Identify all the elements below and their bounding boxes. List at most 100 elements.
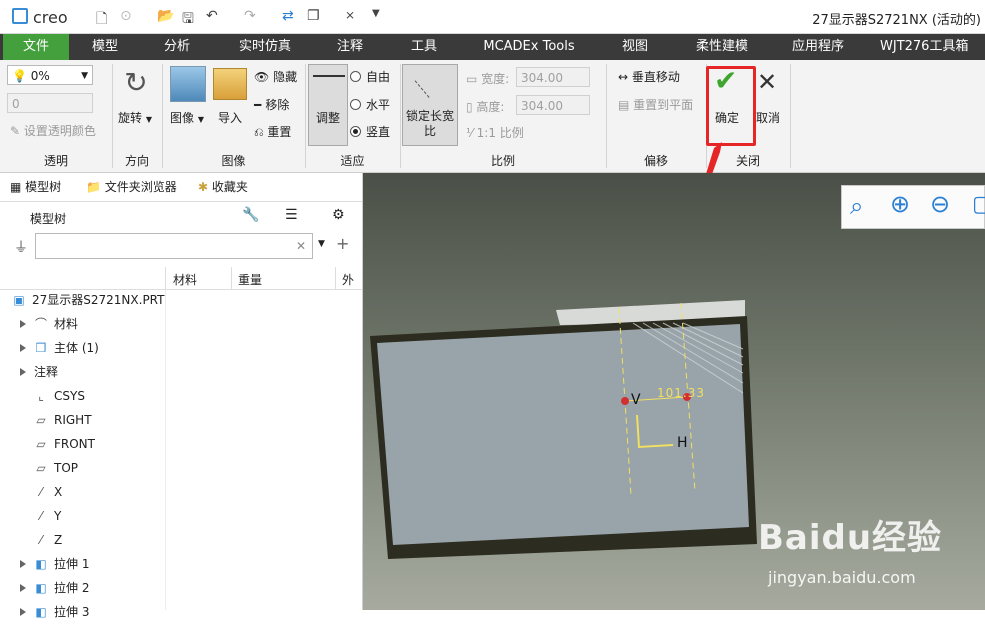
tree-item[interactable]: ❒ 主体 (1) — [0, 336, 99, 360]
tree-item[interactable]: 注释 — [0, 360, 58, 384]
cancel-x-icon[interactable]: ✕ — [757, 68, 777, 96]
horizontal-radio[interactable]: 水平 — [350, 96, 390, 113]
zoom-in-icon[interactable]: ⊕ — [890, 190, 910, 218]
tree-item[interactable]: ◧ 拉伸 3 — [0, 600, 89, 624]
tab-folder-browser[interactable]: 📁 文件夹浏览器 — [86, 173, 177, 201]
import-button[interactable]: 导入 — [218, 109, 242, 126]
tree-item[interactable]: ⌞ CSYS — [0, 384, 85, 408]
transparency-value-field[interactable]: 0 — [7, 93, 93, 113]
reset-button[interactable]: ⎌ 重置 — [254, 123, 291, 140]
settings-tools-icon[interactable]: 🔧 — [242, 207, 259, 223]
remove-button[interactable]: ━ 移除 — [254, 96, 289, 113]
axis-icon: ⁄ — [39, 485, 42, 499]
tree-item[interactable]: ▣ 27显示器S2721NX.PRT — [0, 288, 164, 312]
set-transparent-color-button[interactable]: ✎ 设置透明颜色 — [10, 122, 96, 139]
menu-flexible-modeling[interactable]: 柔性建模 — [684, 34, 760, 60]
tree-item[interactable]: ◧ 拉伸 1 — [0, 552, 89, 576]
image-gallery-icon[interactable] — [170, 66, 206, 102]
expand-arrow-icon[interactable] — [20, 368, 26, 376]
adjust-button[interactable]: 调整 — [308, 64, 348, 146]
cancel-button[interactable]: 取消 — [756, 109, 780, 126]
hide-button[interactable]: 👁 隐藏 — [254, 68, 297, 85]
column-appearance[interactable]: 外 — [342, 271, 354, 288]
zoom-refit-icon[interactable]: ⌕ — [850, 192, 863, 220]
tree-item[interactable]: ▱ FRONT — [0, 432, 95, 456]
expand-arrow-icon[interactable] — [20, 560, 26, 568]
regenerate-icon[interactable]: ⇄ — [282, 8, 294, 24]
rotate-button[interactable]: 旋转 ▼ — [118, 109, 152, 126]
clear-icon[interactable]: ✕ — [296, 236, 306, 256]
callout-highlight-box — [706, 66, 756, 146]
menu-model[interactable]: 模型 — [78, 34, 132, 60]
transparency-dropdown[interactable]: 💡 0% ▼ — [7, 65, 93, 85]
tree-search-input[interactable]: ✕ — [35, 233, 313, 259]
reset-to-plane-button[interactable]: ▤ 重置到平面 — [618, 96, 693, 113]
column-divider — [165, 290, 166, 610]
menu-live-simulation[interactable]: 实时仿真 — [230, 34, 300, 60]
tree-item[interactable]: ⌒ 材料 — [0, 312, 78, 336]
vertical-radio[interactable]: 竖直 — [350, 123, 390, 140]
menu-file[interactable]: 文件 — [3, 34, 69, 60]
undo-icon[interactable]: ↶ — [206, 8, 218, 24]
tree-item[interactable]: ⁄ Z — [0, 528, 62, 552]
open-folder-icon[interactable]: 📂 — [157, 8, 174, 24]
close-window-icon[interactable]: ⨯ — [345, 8, 355, 22]
menu-tools[interactable]: 工具 — [396, 34, 452, 60]
expand-arrow-icon[interactable] — [20, 320, 26, 328]
width-field[interactable]: 304.00 — [516, 67, 590, 87]
filter-settings-icon[interactable]: ⚙ — [332, 207, 345, 223]
tree-item[interactable]: ▱ RIGHT — [0, 408, 92, 432]
tree-item-label: TOP — [54, 461, 79, 475]
show-options-icon[interactable]: ☰ — [285, 207, 298, 223]
new-file-icon[interactable]: 🗋 — [96, 8, 107, 32]
image-button[interactable]: 图像 ▼ — [170, 109, 204, 126]
rotate-icon[interactable]: ↻ — [118, 66, 154, 100]
tree-item-label: 材料 — [54, 317, 79, 331]
menu-mcadex-tools[interactable]: MCADEx Tools — [476, 34, 582, 60]
tree-item[interactable]: ⁄ Y — [0, 504, 61, 528]
open-recent-icon[interactable]: ⊙ — [120, 8, 132, 24]
lock-aspect-ratio-button[interactable]: 锁定长宽比 — [402, 64, 458, 146]
expand-arrow-icon[interactable] — [20, 584, 26, 592]
material-icon: ⌒ — [34, 317, 47, 331]
zoom-out-icon[interactable]: ⊖ — [930, 190, 950, 218]
search-dropdown-icon[interactable]: ▼ — [318, 239, 325, 249]
tab-model-tree[interactable]: ▦ 模型树 — [10, 173, 61, 201]
quick-access-dropdown-icon[interactable]: ▼ — [372, 8, 380, 19]
left-panel: ▦ 模型树 📁 文件夹浏览器 ✱ 收藏夹 模型树 🔧 ☰ ⚙ ⏚ ✕ ▼ + 材… — [0, 173, 363, 619]
windows-icon[interactable]: ❐ — [307, 8, 320, 24]
baidu-watermark-url: jingyan.baidu.com — [768, 568, 916, 587]
vertical-move-button[interactable]: ↔ 垂直移动 — [618, 68, 680, 85]
save-icon[interactable]: 🖫 — [182, 8, 194, 32]
repaint-icon[interactable]: ▢ — [972, 192, 985, 217]
radio-icon — [350, 99, 361, 110]
tab-favorites[interactable]: ✱ 收藏夹 — [198, 173, 248, 201]
menu-analysis[interactable]: 分析 — [150, 34, 204, 60]
plane-icon: ▱ — [36, 437, 46, 451]
model-tree-icon: ▦ — [10, 180, 26, 194]
redo-icon[interactable]: ↷ — [244, 8, 256, 24]
tree-item-label: CSYS — [54, 389, 85, 403]
column-material[interactable]: 材料 — [173, 271, 197, 288]
drag-handle-1[interactable] — [621, 397, 629, 405]
tree-item[interactable]: ▱ TOP — [0, 456, 78, 480]
menu-annotate[interactable]: 注释 — [322, 34, 378, 60]
column-weight[interactable]: 重量 — [238, 271, 262, 288]
tree-item[interactable]: ⁄ X — [0, 480, 62, 504]
dimension-value[interactable]: 101.33 — [657, 386, 705, 400]
menu-wjt276-toolbox[interactable]: WJT276工具箱 — [880, 34, 985, 60]
height-field[interactable]: 304.00 — [516, 95, 590, 115]
add-icon[interactable]: + — [336, 234, 349, 253]
chevron-down-icon: ▼ — [197, 115, 204, 124]
menu-view[interactable]: 视图 — [608, 34, 662, 60]
tree-item-label: RIGHT — [54, 413, 92, 427]
move-arrows-icon: ↔ — [618, 70, 632, 84]
expand-arrow-icon[interactable] — [20, 344, 26, 352]
expand-arrow-icon[interactable] — [20, 608, 26, 616]
import-image-icon[interactable] — [213, 68, 247, 100]
menu-applications[interactable]: 应用程序 — [780, 34, 856, 60]
ratio-button[interactable]: ⅟ 1:1 比例 — [466, 124, 524, 141]
radio-icon — [350, 71, 361, 82]
free-radio[interactable]: 自由 — [350, 68, 390, 85]
tree-item[interactable]: ◧ 拉伸 2 — [0, 576, 89, 600]
